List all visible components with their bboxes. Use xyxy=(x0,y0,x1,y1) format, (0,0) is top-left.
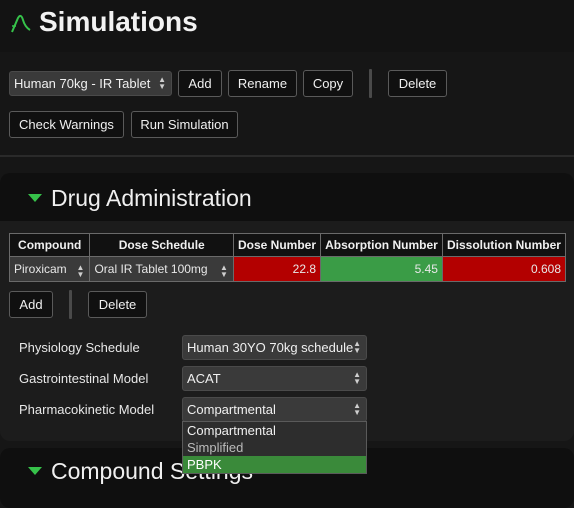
dose-schedule-value: Oral IR Tablet 100mg xyxy=(94,262,208,276)
run-simulation-button[interactable]: Run Simulation xyxy=(131,111,238,138)
collapse-triangle-icon[interactable] xyxy=(28,467,42,475)
select-spinner-icon: ▲ ▼ xyxy=(353,370,361,386)
curve-logo-icon xyxy=(11,14,31,33)
copy-button[interactable]: Copy xyxy=(303,70,353,97)
physiology-schedule-value: Human 30YO 70kg schedule xyxy=(187,340,354,355)
dose-number-cell: 22.8 xyxy=(232,256,322,282)
add-simulation-button[interactable]: Add xyxy=(178,70,222,97)
compound-select[interactable]: Piroxicam ▲ ▼ xyxy=(8,256,91,282)
select-spinner-icon: ▲ ▼ xyxy=(76,263,85,279)
select-spinner-icon: ▲ ▼ xyxy=(158,75,166,91)
column-header[interactable]: Dose Number xyxy=(232,233,322,257)
pharmacokinetic-model-select[interactable]: Compartmental ▲ ▼ xyxy=(182,397,367,422)
pharmacokinetic-model-label: Pharmacokinetic Model xyxy=(19,402,155,417)
dropdown-option[interactable]: Simplified xyxy=(183,439,366,456)
table-row: Piroxicam ▲ ▼ Oral IR Tablet 100mg ▲ ▼ 22.… xyxy=(8,256,567,282)
dropdown-option-highlighted[interactable]: PBPK xyxy=(183,456,366,473)
column-header[interactable]: Dose Schedule xyxy=(89,233,234,257)
physiology-schedule-label: Physiology Schedule xyxy=(19,340,140,355)
pharmacokinetic-model-value: Compartmental xyxy=(187,402,276,417)
delete-drug-button[interactable]: Delete xyxy=(88,291,147,318)
toolbar-separator xyxy=(369,69,372,98)
simulation-select[interactable]: Human 70kg - IR Tablet ▲ ▼ xyxy=(9,71,172,96)
compound-value: Piroxicam xyxy=(14,262,67,276)
drug-administration-title: Drug Administration xyxy=(51,185,252,211)
column-header[interactable]: Compound xyxy=(8,233,91,257)
column-header[interactable]: Absorption Number xyxy=(320,233,443,257)
select-spinner-icon: ▲ ▼ xyxy=(353,401,361,417)
drug-administration-table: Compound Dose Schedule Dose Number Absor… xyxy=(8,233,567,282)
page-title: Simulations xyxy=(39,6,198,37)
delete-simulation-button[interactable]: Delete xyxy=(388,70,447,97)
dropdown-option[interactable]: Compartmental xyxy=(183,422,366,439)
column-header[interactable]: Dissolution Number xyxy=(441,233,567,257)
gastrointestinal-model-value: ACAT xyxy=(187,371,221,386)
pharmacokinetic-model-dropdown: Compartmental Simplified PBPK xyxy=(182,421,367,474)
gastrointestinal-model-select[interactable]: ACAT ▲ ▼ xyxy=(182,366,367,391)
gastrointestinal-model-label: Gastrointestinal Model xyxy=(19,371,149,386)
check-warnings-button[interactable]: Check Warnings xyxy=(9,111,124,138)
dissolution-number-cell: 0.608 xyxy=(441,256,567,282)
table-header-row: Compound Dose Schedule Dose Number Absor… xyxy=(8,233,567,257)
rename-button[interactable]: Rename xyxy=(228,70,297,97)
drug-toolbar-separator xyxy=(69,290,72,319)
add-drug-button[interactable]: Add xyxy=(9,291,53,318)
absorption-number-cell: 5.45 xyxy=(320,256,443,282)
physiology-schedule-select[interactable]: Human 30YO 70kg schedule ▲ ▼ xyxy=(182,335,367,360)
divider xyxy=(0,155,574,157)
select-spinner-icon: ▲ ▼ xyxy=(353,339,361,355)
dose-schedule-select[interactable]: Oral IR Tablet 100mg ▲ ▼ xyxy=(89,256,234,282)
select-spinner-icon: ▲ ▼ xyxy=(220,263,228,279)
collapse-triangle-icon[interactable] xyxy=(28,194,42,202)
simulation-select-value: Human 70kg - IR Tablet xyxy=(14,76,151,91)
